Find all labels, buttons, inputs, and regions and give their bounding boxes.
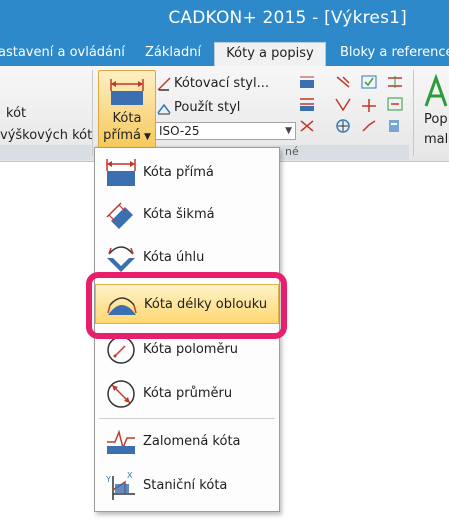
menu-item-aligned[interactable]: Kóta šikmá xyxy=(95,195,279,235)
linear-dimension-icon xyxy=(106,159,136,186)
baseline-dim-icon[interactable] xyxy=(298,96,316,112)
group-separator xyxy=(92,70,93,156)
tolerance-icon[interactable] xyxy=(298,118,316,134)
text-tool-icon[interactable] xyxy=(424,74,449,108)
linear-dim-small-icon[interactable] xyxy=(298,74,316,90)
diameter-dimension-icon xyxy=(107,380,135,408)
ribbon-tabs: astavení a ovládání Základní Kóty a popi… xyxy=(0,38,449,66)
update-dim-icon[interactable] xyxy=(386,96,404,112)
menu-item-ordinate[interactable]: Y X Staniční kóta xyxy=(95,466,279,506)
linear-dimension-button-label: Kóta přímá ▼ xyxy=(103,110,151,146)
menu-item-label: Staniční kóta xyxy=(143,478,228,493)
apply-style-button[interactable]: Použít styl xyxy=(174,100,240,115)
angular-dimension-icon xyxy=(107,246,135,272)
menu-item-jogged[interactable]: Zalomená kóta xyxy=(95,422,279,462)
group-label-left xyxy=(0,145,91,160)
group-label-text: né xyxy=(285,145,299,158)
menu-item-label: Kóta šikmá xyxy=(143,207,215,222)
check-dim-icon[interactable] xyxy=(360,74,378,90)
oblique-dim-icon[interactable] xyxy=(360,96,378,112)
menu-item-label: Zalomená kóta xyxy=(143,434,241,449)
break-dim-icon[interactable] xyxy=(334,96,352,112)
menu-item-label: Kóta úhlu xyxy=(143,250,205,265)
group-separator xyxy=(413,70,414,156)
ribbon-item-male[interactable]: malé xyxy=(424,132,449,147)
svg-text:Y: Y xyxy=(105,475,111,484)
menu-item-label: Kóta průměru xyxy=(143,386,233,401)
svg-text:X: X xyxy=(127,471,133,480)
center-mark-icon[interactable] xyxy=(334,118,352,134)
jogged-dimension-icon xyxy=(107,429,135,454)
continue-dim-icon[interactable] xyxy=(334,74,352,90)
jog-line-icon[interactable] xyxy=(360,118,378,134)
inspect-dim-icon[interactable] xyxy=(386,118,404,134)
window-title: CADKON+ 2015 - [Výkres1] xyxy=(168,8,407,28)
ribbon-item-kot[interactable]: kót xyxy=(6,106,26,121)
ribbon-item-height-dims[interactable]: výškových kót xyxy=(0,128,92,143)
dimension-style-value: ISO-25 xyxy=(159,124,200,138)
big-button-line1: Kóta xyxy=(112,111,142,126)
apply-style-icon[interactable] xyxy=(156,100,172,116)
tab-blocks[interactable]: Bloky a reference xyxy=(340,42,449,66)
menu-item-diameter[interactable]: Kóta průměru xyxy=(95,374,279,414)
tab-settings[interactable]: astavení a ovládání xyxy=(0,42,125,66)
dimension-style-select[interactable]: ISO-25 ▼ xyxy=(155,122,296,140)
big-button-line2: přímá xyxy=(103,128,141,143)
linear-dimension-icon xyxy=(110,79,144,105)
dimension-style-icon[interactable] xyxy=(156,76,172,92)
tab-basic[interactable]: Základní xyxy=(145,42,205,66)
dimension-style-button[interactable]: Kótovací styl... xyxy=(174,76,269,91)
menu-item-linear[interactable]: Kóta přímá xyxy=(95,153,279,193)
title-bar: CADKON+ 2015 - [Výkres1] xyxy=(0,0,449,38)
menu-item-label: Kóta poloměru xyxy=(143,342,239,357)
chevron-down-icon[interactable]: ▼ xyxy=(285,123,292,139)
highlight-callout xyxy=(86,272,287,339)
chevron-down-icon[interactable]: ▼ xyxy=(144,132,151,142)
dim-space-icon[interactable] xyxy=(386,74,404,90)
aligned-dimension-icon xyxy=(106,202,133,229)
tab-dimensions[interactable]: Kóty a popisy xyxy=(214,42,326,66)
menu-separator xyxy=(99,418,275,419)
ordinate-dimension-icon: Y X xyxy=(105,471,135,500)
menu-item-label: Kóta přímá xyxy=(143,165,214,180)
ribbon-item-popis[interactable]: Pop xyxy=(424,112,448,127)
